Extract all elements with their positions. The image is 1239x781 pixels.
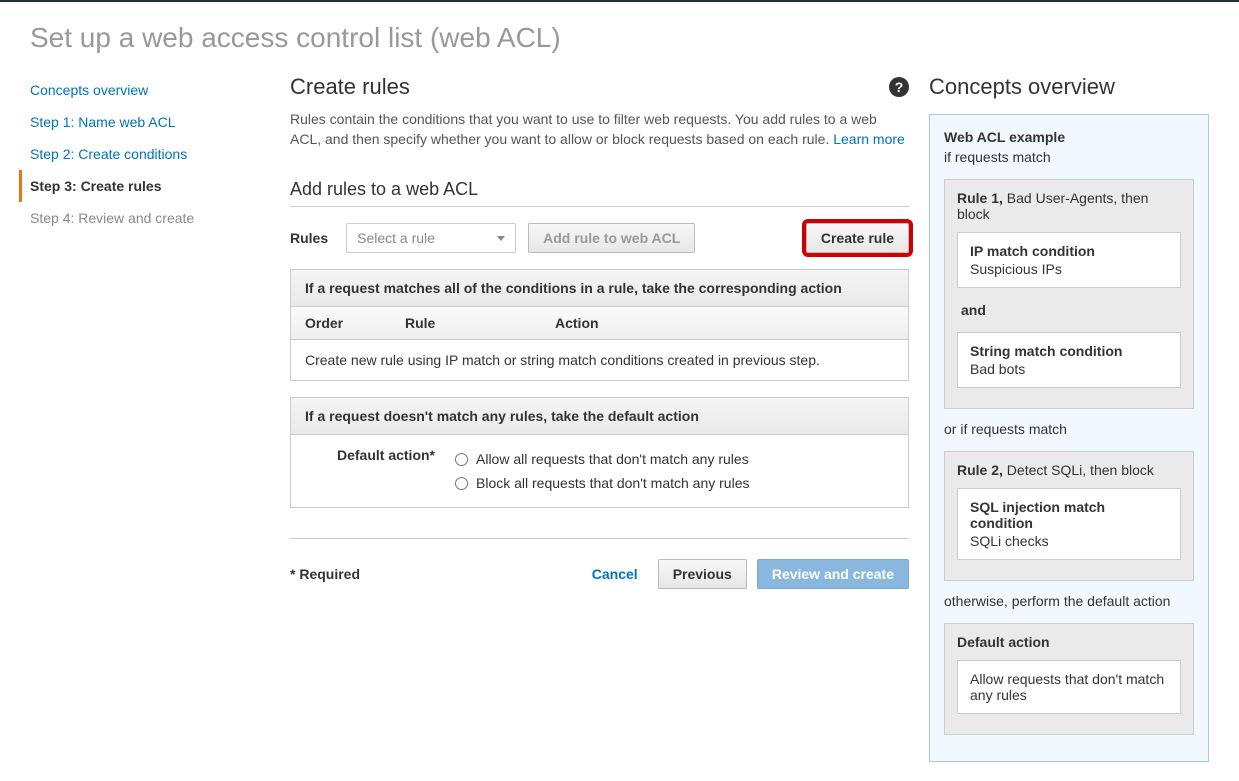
default-block-radio[interactable] bbox=[455, 477, 468, 490]
default-allow-option[interactable]: Allow all requests that don't match any … bbox=[455, 447, 894, 471]
cond2-body: Bad bots bbox=[970, 361, 1025, 377]
concepts-box: Web ACL example if requests match Rule 1… bbox=[929, 114, 1209, 762]
main-description: Rules contain the conditions that you wa… bbox=[290, 100, 909, 159]
default-head: Default action bbox=[957, 634, 1181, 650]
sidebar-item-step3[interactable]: Step 3: Create rules bbox=[19, 170, 250, 202]
rule1-head: Rule 1, Bad User-Agents, then block bbox=[957, 190, 1181, 222]
default-block: Default action Allow requests that don't… bbox=[944, 623, 1194, 735]
match-panel-columns: Order Rule Action bbox=[291, 307, 908, 340]
default-allow-radio[interactable] bbox=[455, 453, 468, 466]
rule1-block: Rule 1, Bad User-Agents, then block IP m… bbox=[944, 179, 1194, 409]
sidebar-item-step2[interactable]: Step 2: Create conditions bbox=[30, 138, 250, 170]
default-body-block: Allow requests that don't match any rule… bbox=[957, 660, 1181, 714]
default-block-label: Block all requests that don't match any … bbox=[476, 475, 749, 491]
add-rule-button[interactable]: Add rule to web ACL bbox=[528, 223, 695, 253]
default-panel: If a request doesn't match any rules, ta… bbox=[290, 397, 909, 508]
cond2-title: String match condition bbox=[970, 343, 1168, 359]
cancel-link[interactable]: Cancel bbox=[592, 566, 638, 582]
cond3-title: SQL injection match condition bbox=[970, 499, 1168, 531]
cond-string-match: String match condition Bad bots bbox=[957, 332, 1181, 388]
create-rule-button[interactable]: Create rule bbox=[806, 223, 909, 253]
cond1-body: Suspicious IPs bbox=[970, 261, 1062, 277]
default-allow-label: Allow all requests that don't match any … bbox=[476, 451, 749, 467]
col-rule: Rule bbox=[405, 315, 555, 331]
sidebar: Concepts overview Step 1: Name web ACL S… bbox=[30, 74, 290, 762]
section-title: Add rules to a web ACL bbox=[290, 159, 909, 207]
sidebar-item-step1[interactable]: Step 1: Name web ACL bbox=[30, 106, 250, 138]
default-title: Default action bbox=[957, 634, 1050, 650]
cond1-title: IP match condition bbox=[970, 243, 1168, 259]
and-text: and bbox=[957, 298, 1181, 322]
col-action: Action bbox=[555, 315, 599, 331]
rule2-head-bold: Rule 2, bbox=[957, 462, 1003, 478]
rule2-block: Rule 2, Detect SQLi, then block SQL inje… bbox=[944, 451, 1194, 581]
match-panel-header: If a request matches all of the conditio… bbox=[291, 270, 908, 307]
default-block-option[interactable]: Block all requests that don't match any … bbox=[455, 471, 894, 495]
sidebar-item-concepts[interactable]: Concepts overview bbox=[30, 74, 250, 106]
help-icon[interactable]: ? bbox=[889, 77, 909, 97]
main-description-text: Rules contain the conditions that you wa… bbox=[290, 111, 877, 147]
match-panel: If a request matches all of the conditio… bbox=[290, 269, 909, 381]
main-content: Create rules ? Rules contain the conditi… bbox=[290, 74, 929, 762]
or-if-match-text: or if requests match bbox=[944, 421, 1194, 437]
required-note: * Required bbox=[290, 566, 360, 582]
rule-select[interactable]: Select a rule bbox=[346, 223, 516, 253]
rule2-head: Rule 2, Detect SQLi, then block bbox=[957, 462, 1181, 478]
if-match-text: if requests match bbox=[944, 149, 1194, 165]
match-panel-body: Create new rule using IP match or string… bbox=[291, 340, 908, 380]
cond-ip-match: IP match condition Suspicious IPs bbox=[957, 232, 1181, 288]
previous-button[interactable]: Previous bbox=[658, 559, 747, 589]
cond3-body: SQLi checks bbox=[970, 533, 1049, 549]
page-title: Set up a web access control list (web AC… bbox=[0, 2, 1239, 74]
col-order: Order bbox=[305, 315, 405, 331]
cond-sqli-match: SQL injection match condition SQLi check… bbox=[957, 488, 1181, 560]
rules-label: Rules bbox=[290, 230, 328, 246]
rule2-head-rest: Detect SQLi, then block bbox=[1003, 462, 1154, 478]
review-create-button[interactable]: Review and create bbox=[757, 559, 909, 589]
main-title: Create rules bbox=[290, 74, 410, 100]
default-panel-header: If a request doesn't match any rules, ta… bbox=[291, 398, 908, 435]
concepts-title: Concepts overview bbox=[929, 74, 1209, 100]
rule1-head-bold: Rule 1, bbox=[957, 190, 1003, 206]
default-body: Allow requests that don't match any rule… bbox=[970, 671, 1164, 703]
concepts-panel: Concepts overview Web ACL example if req… bbox=[929, 74, 1209, 762]
learn-more-link[interactable]: Learn more bbox=[833, 131, 905, 147]
sidebar-item-step4: Step 4: Review and create bbox=[30, 202, 250, 234]
otherwise-text: otherwise, perform the default action bbox=[944, 593, 1194, 609]
default-action-label: Default action* bbox=[305, 447, 455, 495]
example-title: Web ACL example bbox=[944, 129, 1194, 145]
